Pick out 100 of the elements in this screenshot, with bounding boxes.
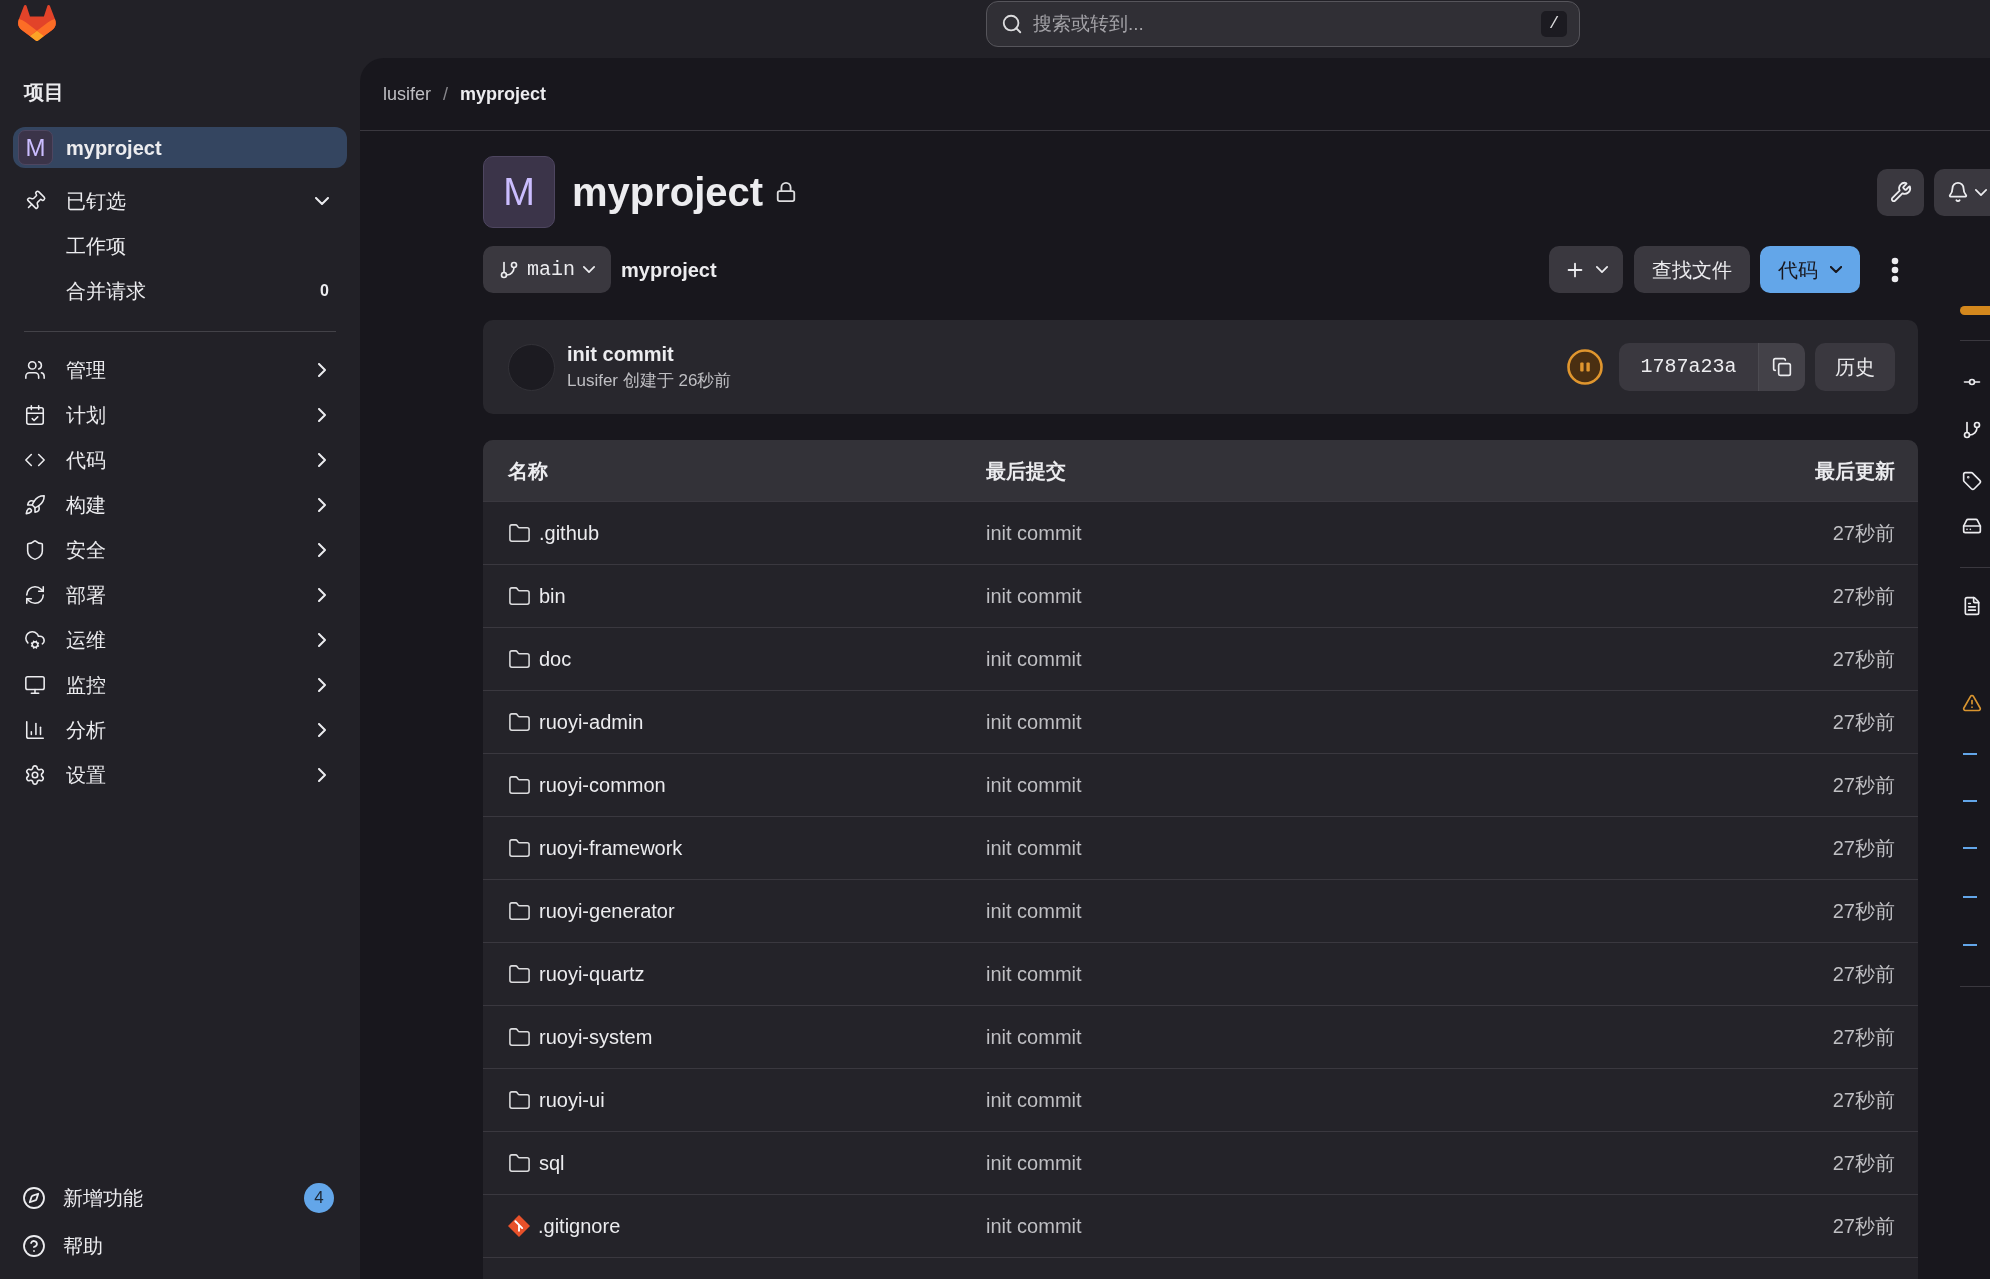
repository-path-link[interactable]: myproject xyxy=(621,254,717,285)
refresh-icon xyxy=(24,583,46,606)
calendar-icon xyxy=(24,403,46,426)
search-field[interactable]: 搜索或转到... / xyxy=(986,1,1580,47)
commit-message-link[interactable]: init commit xyxy=(986,1211,1082,1241)
sidebar-nav-item[interactable]: 部署 xyxy=(13,572,347,617)
folder-icon xyxy=(508,647,531,671)
count-badge: 4 xyxy=(304,1183,334,1213)
sidebar-footer-item[interactable]: 帮助 xyxy=(13,1222,347,1270)
count-text: 0 xyxy=(320,280,329,301)
commit-message-link[interactable]: init commit xyxy=(986,707,1082,737)
code-dropdown[interactable]: 代码 xyxy=(1760,246,1860,293)
file-name-link[interactable]: .github xyxy=(539,518,600,548)
chevron-down-icon xyxy=(583,266,595,273)
bar-chart-icon xyxy=(24,718,46,741)
file-name-link[interactable]: ruoyi-framework xyxy=(539,833,683,863)
updated-time-text: 27秒前 xyxy=(1832,1214,1895,1239)
file-name-link[interactable]: doc xyxy=(539,644,572,674)
pinned-toggle[interactable]: 已钉选 xyxy=(13,178,347,223)
updated-time-text: 27秒前 xyxy=(1832,899,1895,924)
copy-icon xyxy=(1772,357,1792,377)
file-name-link[interactable]: ruoyi-generator xyxy=(539,896,675,926)
commit-message-link[interactable]: init commit xyxy=(986,518,1082,548)
sidebar-nav-item[interactable]: 运维 xyxy=(13,617,347,662)
commit-message-link[interactable]: init commit xyxy=(986,896,1082,926)
copy-button[interactable] xyxy=(1758,343,1805,391)
file-name-link[interactable]: ruoyi-ui xyxy=(539,1085,605,1115)
updated-time-text: 27秒前 xyxy=(1832,1025,1895,1050)
breadcrumb-separator: / xyxy=(443,82,449,106)
file-name-link[interactable]: bin xyxy=(539,581,566,611)
file-name-link[interactable]: ruoyi-common xyxy=(539,770,666,800)
fox-logo-icon[interactable] xyxy=(18,5,56,41)
commit-message-link[interactable]: init commit xyxy=(986,833,1082,863)
pinned-nav-item[interactable]: 合并请求 0 xyxy=(13,268,347,313)
chevron-down-icon xyxy=(1830,266,1842,273)
file-name-link[interactable]: ruoyi-system xyxy=(539,1022,653,1052)
settings-icon xyxy=(24,763,46,786)
shield-icon xyxy=(24,538,46,561)
wrench-icon xyxy=(1889,181,1912,203)
project-nav-item[interactable]: M myproject xyxy=(13,127,347,168)
folder-icon xyxy=(508,521,531,545)
commit-message-link[interactable]: init commit xyxy=(986,1148,1082,1178)
commit-message-link[interactable]: init commit xyxy=(986,644,1082,674)
file-name-link[interactable]: sql xyxy=(539,1148,565,1178)
updated-time-text: 27秒前 xyxy=(1832,962,1895,987)
sidebar-nav-item[interactable]: 监控 xyxy=(13,662,347,707)
sidebar-nav-item[interactable]: 计划 xyxy=(13,392,347,437)
project-title: myproject xyxy=(572,169,764,216)
compass-icon xyxy=(22,1186,46,1210)
commit-message-link[interactable]: init commit xyxy=(986,1022,1082,1052)
commit-message-link[interactable]: init commit xyxy=(986,581,1082,611)
folder-icon xyxy=(508,1025,531,1049)
pinned-nav-item[interactable]: 工作项 xyxy=(13,223,347,268)
commit-title-link[interactable]: init commit xyxy=(567,340,674,368)
file-name-link[interactable]: ruoyi-quartz xyxy=(539,959,645,989)
updated-time-text: 27秒前 xyxy=(1832,1088,1895,1113)
project-avatar: M xyxy=(18,130,53,165)
add-dropdown[interactable] xyxy=(1549,246,1623,293)
project-name: myproject xyxy=(66,135,162,161)
find-file-button[interactable]: 查找文件 xyxy=(1634,246,1750,293)
users-icon xyxy=(24,358,46,381)
more-icon xyxy=(1891,256,1899,283)
column-header: 名称 xyxy=(508,458,548,484)
folder-icon xyxy=(508,1088,531,1112)
commit-message-link[interactable]: init commit xyxy=(986,1085,1082,1115)
warning-icon[interactable] xyxy=(1962,693,1982,713)
file-icon[interactable] xyxy=(1962,596,1982,616)
folder-icon xyxy=(508,836,531,860)
sidebar-nav-item[interactable]: 代码 xyxy=(13,437,347,482)
git-file-icon xyxy=(508,1215,530,1237)
column-header: 最后提交 xyxy=(986,458,1066,484)
sidebar-nav-item[interactable]: 管理 xyxy=(13,347,347,392)
commit-message-link[interactable]: init commit xyxy=(986,770,1082,800)
updated-time-text: 27秒前 xyxy=(1832,773,1895,798)
sidebar-nav-item[interactable]: 设置 xyxy=(13,752,347,797)
tag-icon[interactable] xyxy=(1962,471,1982,491)
sidebar-footer-item[interactable]: 新增功能 4 xyxy=(13,1174,347,1222)
settings-button[interactable] xyxy=(1877,168,1924,216)
file-name-link[interactable]: .gitignore xyxy=(538,1211,621,1241)
notification-button[interactable] xyxy=(1934,168,1990,216)
commit-sha-button[interactable]: 1787a23a xyxy=(1619,343,1758,391)
history-button[interactable]: 历史 xyxy=(1815,343,1895,391)
commit-message-link[interactable]: init commit xyxy=(986,959,1082,989)
sidebar-nav-item[interactable]: 构建 xyxy=(13,482,347,527)
updated-time-text: 27秒前 xyxy=(1832,584,1895,609)
updated-time-text: 27秒前 xyxy=(1832,1151,1895,1176)
pause-status-icon[interactable] xyxy=(1567,349,1603,385)
sidebar-nav-item[interactable]: 安全 xyxy=(13,527,347,572)
breadcrumb-link[interactable]: myproject xyxy=(460,80,547,108)
sidebar-heading: 项目 xyxy=(24,80,64,105)
folder-icon xyxy=(508,584,531,608)
hard-drive-icon[interactable] xyxy=(1962,516,1982,536)
updated-time-text: 27秒前 xyxy=(1832,710,1895,735)
file-name-link[interactable]: ruoyi-admin xyxy=(539,707,644,737)
column-header: 最后更新 xyxy=(1815,458,1895,484)
branch-dropdown[interactable]: main xyxy=(483,246,611,293)
breadcrumb-link[interactable]: lusifer xyxy=(383,80,431,108)
branch-icon[interactable] xyxy=(1962,420,1982,440)
chevron-down-icon xyxy=(1596,266,1608,273)
sidebar-nav-item[interactable]: 分析 xyxy=(13,707,347,752)
